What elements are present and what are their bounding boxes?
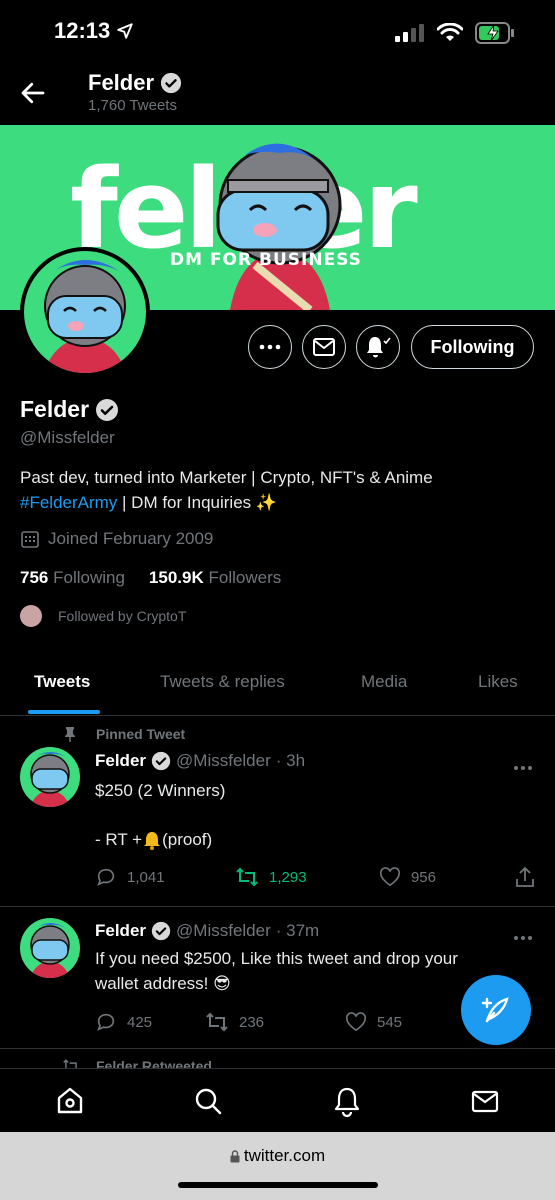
nav-notifications[interactable] bbox=[331, 1085, 363, 1118]
tab-tweets[interactable]: Tweets bbox=[34, 672, 90, 692]
header-tweet-count: 1,760 Tweets bbox=[88, 97, 177, 114]
reply-button[interactable]: 1,041 bbox=[95, 866, 235, 888]
reply-icon bbox=[97, 868, 115, 886]
tweet-text: If you need $2500, Like this tweet and d… bbox=[95, 949, 458, 993]
reply-button[interactable]: 425 bbox=[95, 1011, 205, 1033]
follower-avatar bbox=[20, 605, 42, 627]
retweet-button[interactable]: 236 bbox=[205, 1011, 345, 1033]
profile-handle: @Missfelder bbox=[20, 428, 115, 447]
share-button[interactable] bbox=[515, 866, 535, 888]
home-icon bbox=[57, 1087, 83, 1114]
location-arrow-icon bbox=[117, 23, 133, 39]
browser-address-bar: twitter.com bbox=[0, 1132, 555, 1200]
heart-icon bbox=[345, 1012, 367, 1032]
battery-charging-icon bbox=[475, 22, 514, 44]
wifi-icon bbox=[437, 23, 463, 41]
verified-badge-icon bbox=[96, 398, 119, 421]
followed-by[interactable]: Followed by CryptoT bbox=[20, 605, 186, 627]
home-indicator bbox=[178, 1182, 378, 1188]
compose-feather-icon bbox=[481, 997, 509, 1023]
mail-icon bbox=[471, 1090, 499, 1113]
pin-icon bbox=[65, 727, 75, 742]
reply-icon bbox=[97, 1013, 115, 1031]
profile-avatar[interactable] bbox=[20, 247, 150, 377]
verified-badge-icon bbox=[151, 921, 171, 941]
banner-mascot bbox=[200, 135, 360, 310]
more-options-button[interactable] bbox=[248, 325, 292, 369]
tweet-more-button[interactable] bbox=[513, 928, 533, 946]
nav-messages[interactable] bbox=[469, 1085, 501, 1117]
banner-subtitle: DM FOR BUSINESS bbox=[170, 250, 362, 270]
tweet-divider bbox=[0, 906, 555, 907]
profile-name: Felder bbox=[20, 396, 119, 423]
tweet-more-button[interactable] bbox=[513, 758, 533, 776]
header-title: Felder bbox=[88, 70, 182, 96]
tweet-header: Felder @Missfelder · 3h bbox=[95, 751, 306, 771]
tweet-avatar[interactable] bbox=[20, 918, 80, 978]
signal-icon bbox=[395, 24, 424, 42]
hashtag-link[interactable]: #FelderArmy bbox=[20, 493, 117, 512]
tab-media[interactable]: Media bbox=[361, 672, 407, 692]
notifications-button[interactable] bbox=[356, 325, 400, 369]
status-indicators bbox=[395, 22, 515, 44]
tweet-actions: 1,041 1,293 956 bbox=[95, 866, 535, 888]
bell-icon bbox=[334, 1087, 360, 1118]
followers-stat[interactable]: 150.9K Followers bbox=[149, 568, 281, 588]
share-icon bbox=[516, 866, 534, 887]
bio-line-2: #FelderArmy | DM for Inquiries ✨ bbox=[20, 493, 278, 512]
url-field[interactable]: twitter.com bbox=[0, 1146, 555, 1166]
search-icon bbox=[195, 1088, 222, 1115]
verified-badge-icon bbox=[151, 751, 171, 771]
status-time: 12:13 bbox=[54, 18, 134, 44]
retweet-icon bbox=[236, 867, 258, 887]
bell-emoji-icon bbox=[144, 831, 161, 850]
like-button[interactable]: 956 bbox=[379, 867, 515, 887]
retweet-button[interactable]: 1,293 bbox=[235, 866, 379, 888]
bio-line-1: Past dev, turned into Marketer | Crypto,… bbox=[20, 468, 433, 487]
bell-check-icon bbox=[367, 337, 391, 358]
following-button[interactable]: Following bbox=[411, 325, 534, 369]
lock-icon bbox=[230, 1149, 240, 1162]
verified-badge-icon bbox=[160, 72, 182, 94]
back-arrow-icon bbox=[21, 82, 45, 104]
tweet-actions: 425 236 545 bbox=[95, 1011, 455, 1033]
tweet-avatar[interactable] bbox=[20, 747, 80, 807]
profile-joined: Joined February 2009 bbox=[20, 529, 213, 549]
bottom-nav bbox=[0, 1068, 555, 1132]
profile-bio: Past dev, turned into Marketer | Crypto,… bbox=[20, 465, 540, 515]
retweet-icon bbox=[206, 1012, 228, 1032]
tab-likes[interactable]: Likes bbox=[478, 672, 518, 692]
more-horizontal-icon bbox=[514, 766, 532, 770]
nav-home[interactable] bbox=[54, 1085, 86, 1117]
tab-tweets-replies[interactable]: Tweets & replies bbox=[160, 672, 285, 692]
more-horizontal-icon bbox=[514, 936, 532, 940]
tweet-text: $250 (2 Winners) - RT + (proof) bbox=[95, 781, 226, 850]
tweet-divider bbox=[0, 1048, 555, 1049]
tweet-header: Felder @Missfelder · 37m bbox=[95, 921, 320, 941]
profile-tabs: Tweets Tweets & replies Media Likes bbox=[0, 660, 555, 716]
calendar-icon bbox=[21, 531, 39, 548]
compose-tweet-button[interactable] bbox=[461, 975, 531, 1045]
nav-search[interactable] bbox=[192, 1085, 224, 1117]
active-tab-indicator bbox=[28, 710, 100, 714]
following-stat[interactable]: 756 Following bbox=[20, 568, 125, 588]
profile-stats: 756 Following 150.9K Followers bbox=[20, 568, 281, 588]
like-button[interactable]: 545 bbox=[345, 1012, 402, 1032]
pinned-label: Pinned Tweet bbox=[62, 726, 185, 742]
mail-icon bbox=[313, 338, 335, 356]
message-button[interactable] bbox=[302, 325, 346, 369]
heart-icon bbox=[379, 867, 400, 887]
back-button[interactable] bbox=[18, 78, 48, 108]
more-horizontal-icon bbox=[259, 344, 281, 350]
